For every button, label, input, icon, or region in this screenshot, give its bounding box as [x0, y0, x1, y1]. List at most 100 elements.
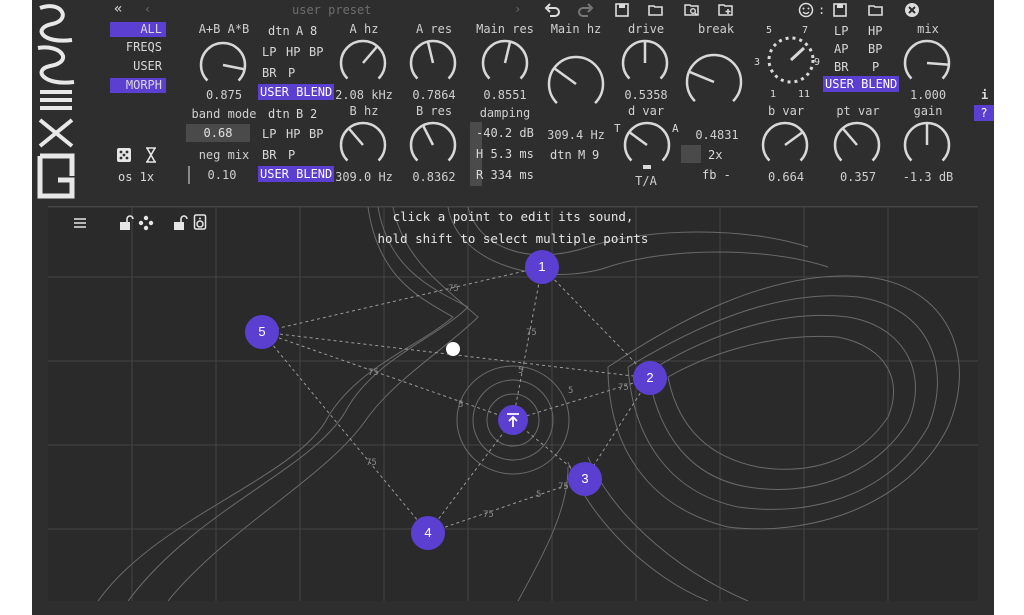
contour-label: 75: [366, 458, 377, 468]
b-var-knob[interactable]: [760, 120, 810, 170]
lock-open-icon[interactable]: [118, 215, 134, 231]
close-circle-icon[interactable]: [904, 2, 920, 18]
filter-a-dtn: dtn: [268, 24, 290, 38]
main-res-knob[interactable]: [480, 38, 530, 88]
d-var-a: A: [672, 122, 679, 135]
double-chevron-left-icon[interactable]: «: [114, 2, 122, 16]
gain-knob[interactable]: [902, 120, 952, 170]
mix-knob[interactable]: [902, 38, 952, 88]
filter-c-ap[interactable]: AP: [834, 42, 848, 56]
mode-all[interactable]: ALL: [110, 22, 166, 37]
band-mode-value[interactable]: 0.68: [186, 124, 250, 142]
d-var-knob[interactable]: [622, 120, 672, 170]
break-mult-box[interactable]: [681, 145, 701, 163]
d-var-label: d var: [627, 104, 665, 118]
break-knob[interactable]: [684, 52, 744, 112]
b-res-label: B res: [415, 104, 453, 118]
blend-knob[interactable]: [198, 40, 248, 90]
a-res-knob[interactable]: [408, 38, 458, 88]
filter-a-user-blend[interactable]: USER BLEND: [258, 84, 335, 100]
redo-icon[interactable]: [578, 2, 594, 18]
contour-label: 75: [526, 328, 537, 338]
filter-a-br[interactable]: BR: [262, 66, 276, 80]
plot-hint-line2: hold shift to select multiple points: [377, 231, 649, 246]
b-res-knob[interactable]: [408, 120, 458, 170]
damping-r[interactable]: R 334 ms: [476, 168, 534, 182]
dice-icon[interactable]: [116, 147, 132, 163]
knob-indicator: [222, 63, 244, 71]
save-icon[interactable]: [832, 2, 848, 18]
drive-knob[interactable]: [620, 38, 670, 88]
main-hz-dtn-mode[interactable]: M: [578, 148, 585, 162]
contour-map: 75 75 75 75 75 75 75 5 5 5 5: [48, 207, 978, 601]
mix-label: mix: [917, 22, 939, 36]
filter-b-p[interactable]: P: [288, 148, 295, 162]
morph-point-5[interactable]: 5: [245, 315, 279, 349]
a-res-label: A res: [415, 22, 453, 36]
mode-user[interactable]: USER: [110, 59, 166, 74]
mode-freqs[interactable]: FREQS: [110, 40, 166, 55]
main-res-value: 0.8551: [483, 88, 527, 102]
lock-open-icon[interactable]: [172, 215, 188, 231]
hourglass-icon[interactable]: [143, 147, 159, 163]
morph-point-2[interactable]: 2: [633, 361, 667, 395]
folder-open-icon[interactable]: [868, 2, 884, 18]
filter-c-user-blend[interactable]: USER BLEND: [823, 76, 900, 92]
cursor-position-dot[interactable]: [446, 342, 460, 356]
filter-b-br[interactable]: BR: [262, 148, 276, 162]
break-mult[interactable]: 2x: [708, 148, 722, 162]
filter-a-hp[interactable]: HP: [286, 45, 300, 59]
filter-a-lp[interactable]: LP: [262, 45, 276, 59]
filter-c-p[interactable]: P: [872, 60, 879, 74]
folder-open-icon[interactable]: [648, 2, 664, 18]
oversample-label[interactable]: os 1x: [118, 170, 154, 184]
filter-c-br[interactable]: BR: [834, 60, 848, 74]
filter-b-bp[interactable]: BP: [309, 127, 323, 141]
undo-icon[interactable]: [544, 2, 560, 18]
speaker-icon[interactable]: [192, 214, 208, 230]
info-button[interactable]: i: [981, 88, 988, 102]
filter-b-lp[interactable]: LP: [262, 127, 276, 141]
knob-ring: [903, 39, 951, 80]
filter-c-bp[interactable]: BP: [868, 42, 882, 56]
knob-indicator: [348, 128, 364, 146]
morph-point-1[interactable]: 1: [525, 250, 559, 284]
step-label-7: 7: [802, 25, 809, 36]
browse-presets-icon[interactable]: [684, 2, 700, 18]
filter-a-dtn-value[interactable]: 8: [310, 24, 317, 38]
filter-a-bp[interactable]: BP: [309, 45, 323, 59]
damping-db[interactable]: -40.2 dB: [476, 126, 534, 140]
filter-a-dtn-letter[interactable]: A: [296, 24, 303, 38]
knob-ring: [547, 55, 605, 104]
center-point[interactable]: [498, 405, 528, 435]
filter-b-dtn-value[interactable]: 2: [310, 107, 317, 121]
filter-a-p[interactable]: P: [288, 66, 295, 80]
morph-point-3[interactable]: 3: [568, 462, 602, 496]
help-button[interactable]: ?: [974, 105, 994, 121]
pt-var-knob[interactable]: [832, 120, 882, 170]
main-hz-knob[interactable]: [546, 54, 606, 114]
main-hz-dtn-value[interactable]: 9: [592, 148, 599, 162]
filter-b-dtn-letter[interactable]: B: [296, 107, 303, 121]
preset-name[interactable]: user preset: [292, 3, 371, 17]
a-hz-knob[interactable]: [338, 38, 388, 88]
menu-icon[interactable]: [72, 215, 88, 231]
filter-b-hp[interactable]: HP: [286, 127, 300, 141]
b-hz-knob[interactable]: [338, 120, 388, 170]
filter-c-lp[interactable]: LP: [834, 24, 848, 38]
filter-b-user-blend[interactable]: USER BLEND: [258, 166, 335, 182]
link-2-3: [584, 377, 651, 480]
filter-c-hp[interactable]: HP: [868, 24, 882, 38]
mode-morph[interactable]: MORPH: [110, 78, 166, 93]
new-preset-icon[interactable]: [718, 2, 734, 18]
morph-point-4[interactable]: 4: [411, 516, 445, 550]
break-fb[interactable]: fb -: [702, 168, 731, 182]
save-icon[interactable]: [614, 2, 630, 18]
smiley-icon[interactable]: [798, 2, 814, 18]
neg-mix-value[interactable]: 0.10: [192, 168, 252, 182]
damping-h[interactable]: H 5.3 ms: [476, 147, 534, 161]
chevron-right-icon[interactable]: ›: [514, 2, 521, 16]
move-dots-icon[interactable]: [138, 215, 154, 231]
chevron-left-icon[interactable]: ‹: [144, 2, 151, 16]
morph-plot[interactable]: 75 75 75 75 75 75 75 5 5 5 5 click a poi…: [48, 206, 978, 601]
